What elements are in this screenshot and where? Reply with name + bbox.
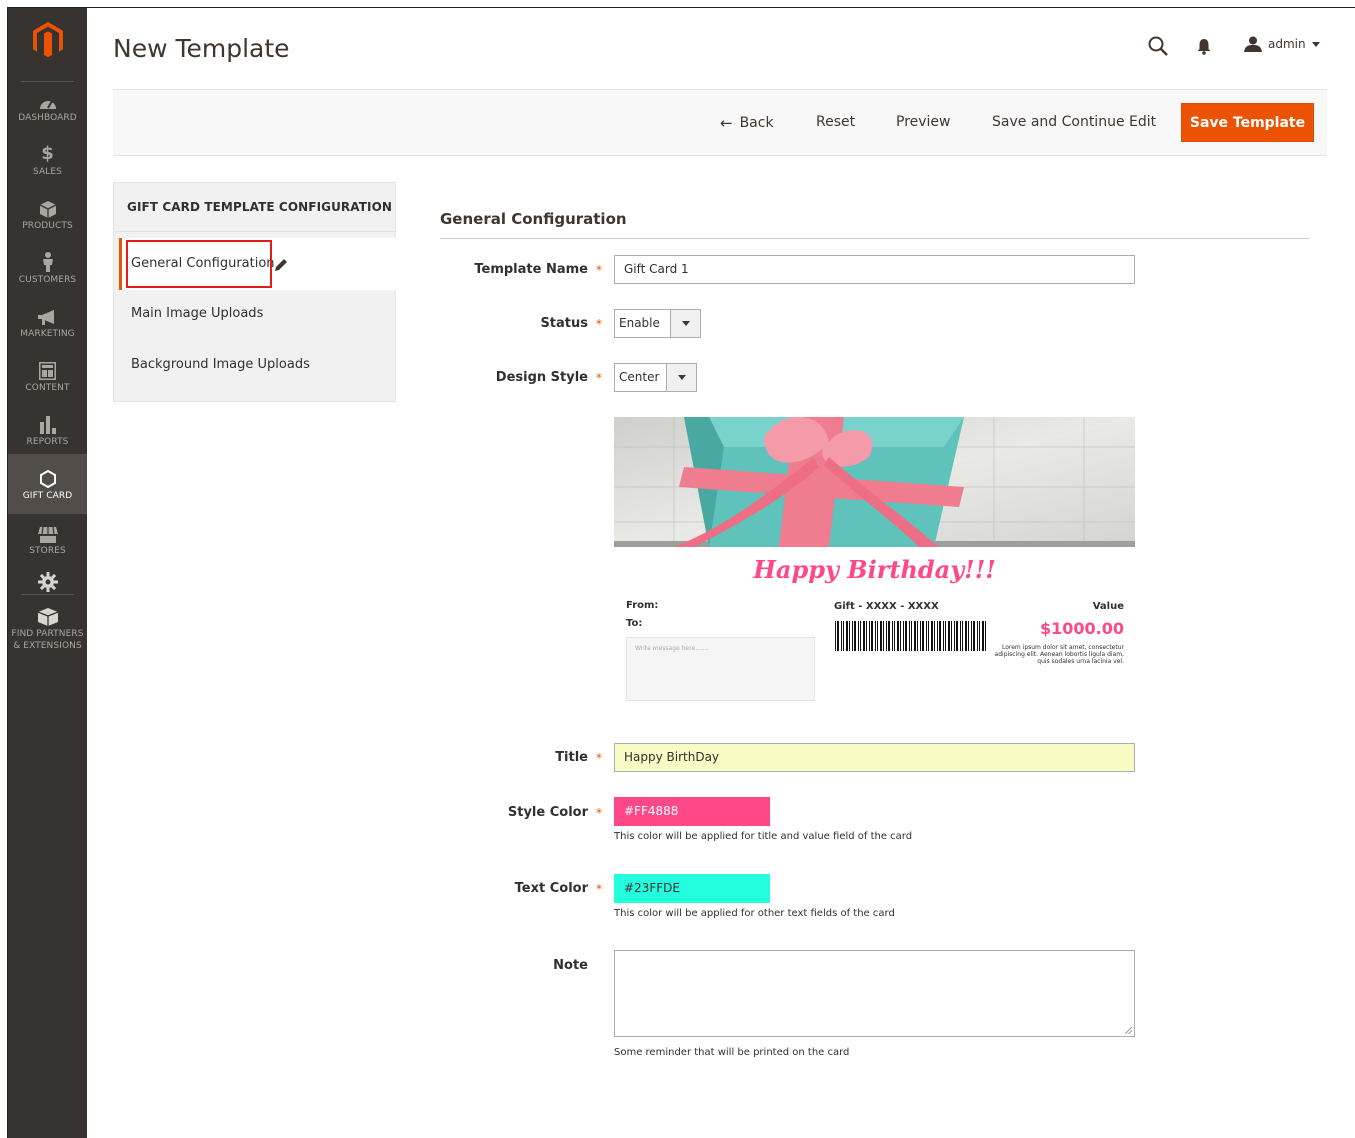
magento-logo[interactable] [8, 22, 87, 58]
gift-box-image [614, 417, 1135, 547]
sidebar-item-products[interactable]: PRODUCTS [8, 196, 87, 250]
box-icon [37, 604, 58, 626]
megaphone-icon [37, 304, 58, 326]
section-divider [440, 238, 1309, 239]
arrow-left-icon: ← [720, 114, 733, 132]
sidebar-item-content[interactable]: CONTENT [8, 358, 87, 412]
sidebar-item-stores[interactable]: STORES [8, 521, 87, 575]
admin-user-menu[interactable]: admin [1244, 36, 1320, 52]
notification-bell-icon[interactable] [1196, 37, 1212, 59]
status-label: Status [540, 316, 588, 331]
caret-down-icon [1311, 41, 1320, 47]
reset-button[interactable]: Reset [816, 114, 855, 130]
sidebar-item-system[interactable] [8, 570, 87, 602]
bar-chart-icon [39, 412, 56, 434]
design-style-select[interactable]: Center [614, 363, 697, 392]
dashboard-icon [39, 88, 57, 110]
admin-sidebar: DASHBOARD $ SALES PRODUCTS CUSTOMERS MAR… [8, 8, 87, 1138]
section-title: General Configuration [440, 210, 627, 228]
required-asterisk: * [596, 317, 602, 331]
sidebar-item-sales[interactable]: $ SALES [8, 142, 87, 196]
card-gift-code: Gift - XXXX - XXXX [834, 601, 939, 612]
back-button[interactable]: ← Back [720, 114, 774, 132]
save-template-button[interactable]: Save Template [1181, 103, 1314, 142]
card-value: $1000.00 [1039, 619, 1124, 638]
status-select[interactable]: Enable [614, 309, 701, 338]
sidebar-label: CONTENT [25, 383, 70, 393]
sidebar-divider [21, 81, 74, 82]
caret-down-icon [667, 364, 696, 391]
note-label: Note [553, 958, 588, 973]
title-input[interactable]: Happy BirthDay [614, 743, 1135, 772]
person-icon [42, 250, 54, 272]
gift-card-preview: Happy Birthday!!! From: To: Write messag… [614, 417, 1135, 717]
caret-down-icon [671, 310, 700, 337]
sidebar-divider [21, 594, 74, 595]
card-to-label: To: [626, 618, 643, 629]
dollar-icon: $ [41, 143, 54, 164]
admin-username: admin [1268, 37, 1306, 51]
cube-icon [39, 196, 56, 218]
style-color-input[interactable]: #FF4888 [614, 797, 770, 826]
page-title: New Template [113, 34, 290, 63]
pencil-icon [275, 256, 288, 275]
design-style-label: Design Style [495, 370, 588, 385]
card-message-box: Write message here....... [626, 637, 815, 701]
card-value-label: Value [1092, 601, 1124, 612]
tab-background-image-uploads[interactable]: Background Image Uploads [131, 357, 310, 372]
user-icon [1244, 36, 1262, 52]
sidebar-label: GIFT CARD [22, 491, 73, 501]
card-lorem-text: Lorem ipsum dolor sit amet, consectetur … [994, 644, 1124, 665]
design-style-value: Center [615, 364, 667, 391]
hexagon-icon [39, 466, 56, 488]
required-asterisk: * [596, 806, 602, 820]
text-color-label: Text Color [514, 881, 588, 896]
note-help: Some reminder that will be printed on th… [614, 1047, 850, 1058]
sidebar-label: FIND PARTNERS & EXTENSIONS [11, 629, 84, 651]
store-icon [37, 521, 58, 543]
card-from-label: From: [626, 600, 659, 611]
sidebar-label: DASHBOARD [18, 113, 77, 123]
style-color-label: Style Color [507, 805, 588, 820]
text-color-help: This color will be applied for other tex… [614, 908, 895, 919]
sidebar-item-customers[interactable]: CUSTOMERS [8, 250, 87, 304]
sidebar-label: PRODUCTS [22, 221, 73, 231]
required-asterisk: * [596, 751, 602, 765]
barcode [835, 621, 988, 651]
sidebar-item-gift-card[interactable]: GIFT CARD [8, 454, 87, 514]
required-asterisk: * [596, 371, 602, 385]
status-value: Enable [615, 310, 671, 337]
text-color-input[interactable]: #23FFDE [614, 874, 770, 903]
highlight-box [126, 240, 272, 288]
save-continue-button[interactable]: Save and Continue Edit [992, 114, 1156, 130]
sidebar-label: REPORTS [26, 437, 69, 447]
style-color-help: This color will be applied for title and… [614, 831, 913, 842]
sidebar-item-marketing[interactable]: MARKETING [8, 304, 87, 358]
template-name-input[interactable]: Gift Card 1 [614, 255, 1135, 284]
layout-icon [39, 358, 56, 380]
search-icon[interactable] [1148, 36, 1168, 60]
title-label: Title [555, 750, 588, 765]
sidebar-label: STORES [29, 546, 66, 556]
sidebar-label: SALES [33, 167, 62, 177]
gear-icon [37, 570, 58, 592]
sidebar-item-dashboard[interactable]: DASHBOARD [8, 88, 87, 142]
back-label: Back [739, 115, 774, 131]
preview-button[interactable]: Preview [896, 114, 951, 130]
config-panel-heading: GIFT CARD TEMPLATE CONFIGURATION [114, 183, 395, 232]
tab-main-image-uploads[interactable]: Main Image Uploads [131, 306, 263, 321]
sidebar-label: CUSTOMERS [18, 275, 77, 285]
resize-handle-icon[interactable] [1125, 1027, 1132, 1034]
note-textarea[interactable] [614, 950, 1135, 1037]
sidebar-item-find-partners[interactable]: FIND PARTNERS & EXTENSIONS [8, 604, 87, 664]
template-name-label: Template Name [474, 262, 588, 277]
required-asterisk: * [596, 263, 602, 277]
required-asterisk: * [596, 882, 602, 896]
card-title: Happy Birthday!!! [753, 555, 996, 584]
sidebar-label: MARKETING [20, 329, 75, 339]
